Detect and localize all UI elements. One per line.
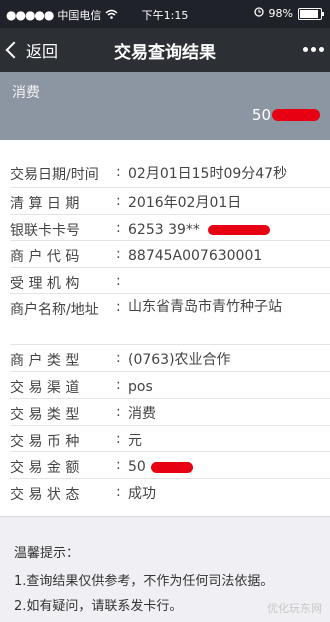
more-menu-button[interactable] xyxy=(303,47,324,52)
detail-colon: : xyxy=(116,377,121,393)
watermark: 优化玩东网 xyxy=(267,602,322,615)
detail-row: 银联卡卡号 : 6253 39** xyxy=(10,214,330,241)
detail-value: 元 xyxy=(128,433,142,449)
battery-percent: 98% xyxy=(268,7,293,20)
detail-value: 消费 xyxy=(128,406,156,422)
detail-row: 交 易 币 种 : 元 xyxy=(10,425,330,452)
detail-key: 交易日期/时间 xyxy=(10,167,99,183)
detail-key: 商 户 类 型 xyxy=(10,353,80,369)
detail-colon: : xyxy=(116,350,121,366)
detail-colon: : xyxy=(116,404,121,420)
detail-key: 受 理 机 构 xyxy=(10,276,80,292)
detail-colon: : xyxy=(116,431,121,447)
detail-row: 受 理 机 构 : xyxy=(10,267,330,294)
detail-row: 交 易 状 态 : 成功 xyxy=(10,478,330,505)
detail-colon: : xyxy=(116,299,121,315)
detail-key: 交 易 状 态 xyxy=(10,487,80,503)
detail-colon: : xyxy=(116,484,121,500)
detail-row: 交 易 渠 道 : pos xyxy=(10,371,330,399)
detail-row: 商 户 类 型 : (0763)农业合作 xyxy=(10,344,330,372)
notice-title: 温馨提示： xyxy=(14,546,80,561)
detail-value: pos xyxy=(128,379,153,395)
redaction-mark xyxy=(208,225,271,235)
detail-colon: : xyxy=(116,193,121,209)
card-number-visible: 6253 39** xyxy=(128,222,200,238)
detail-colon: : xyxy=(116,220,121,236)
detail-key: 交 易 金 额 xyxy=(10,460,80,476)
detail-value: 6253 39** xyxy=(128,220,320,240)
detail-key: 商 户 代 码 xyxy=(10,249,80,265)
redaction-mark xyxy=(151,461,194,473)
page-title: 交易查询结果 xyxy=(114,43,216,63)
navigation-bar: 返回 交易查询结果 xyxy=(0,28,330,72)
amount-visible-text: 50 xyxy=(251,106,271,124)
detail-key: 商户名称/地址 xyxy=(10,302,99,318)
transaction-type-label: 消费 xyxy=(12,85,40,101)
detail-key: 交 易 类 型 xyxy=(10,407,80,423)
detail-value: (0763)农业合作 xyxy=(128,352,231,368)
detail-colon: : xyxy=(116,273,121,289)
status-right: 98% xyxy=(253,7,324,20)
redaction-mark xyxy=(272,109,320,121)
detail-row: 商户名称/地址 : 山东省青岛市青竹种子站 xyxy=(10,293,330,345)
detail-colon: : xyxy=(116,246,121,262)
detail-colon: : xyxy=(116,164,121,180)
transaction-details: 交易日期/时间 : 02月01日15时09分47秒 清 算 日 期 : 2016… xyxy=(0,140,330,517)
battery-icon xyxy=(298,7,324,20)
amount-visible-text: 50 xyxy=(128,459,146,475)
detail-key: 银联卡卡号 xyxy=(10,223,80,239)
detail-row: 交易日期/时间 : 02月01日15时09分47秒 xyxy=(10,158,330,188)
notice-line: 1.查询结果仅供参考，不作为任何司法依据。 xyxy=(14,574,274,589)
detail-key: 清 算 日 期 xyxy=(10,196,80,212)
detail-row: 交 易 金 额 : 50 xyxy=(10,451,330,479)
detail-value: 02月01日15时09分47秒 xyxy=(128,166,288,182)
transaction-amount: 50 xyxy=(252,106,320,124)
detail-row: 清 算 日 期 : 2016年02月01日 xyxy=(10,187,330,215)
detail-value: 50 xyxy=(128,457,320,477)
detail-value: 88745A007630001 xyxy=(128,248,263,264)
detail-key: 交 易 币 种 xyxy=(10,434,80,450)
more-dot-icon xyxy=(319,47,324,52)
transaction-summary: 消费 50 xyxy=(0,72,330,140)
detail-colon: : xyxy=(116,457,121,473)
detail-row: 商 户 代 码 : 88745A007630001 xyxy=(10,240,330,268)
detail-key: 交 易 渠 道 xyxy=(10,380,80,396)
alarm-icon xyxy=(253,7,264,20)
more-dot-icon xyxy=(311,47,316,52)
detail-value: 成功 xyxy=(128,486,156,502)
more-dot-icon xyxy=(303,47,308,52)
status-bar: ●●●●● 中国电信 下午1:15 98% xyxy=(0,0,330,28)
notice-line: 2.如有疑问，请联系发卡行。 xyxy=(14,599,183,614)
detail-value: 2016年02月01日 xyxy=(128,195,242,211)
detail-value: 山东省青岛市青竹种子站 xyxy=(128,299,282,315)
detail-row: 交 易 类 型 : 消费 xyxy=(10,398,330,426)
